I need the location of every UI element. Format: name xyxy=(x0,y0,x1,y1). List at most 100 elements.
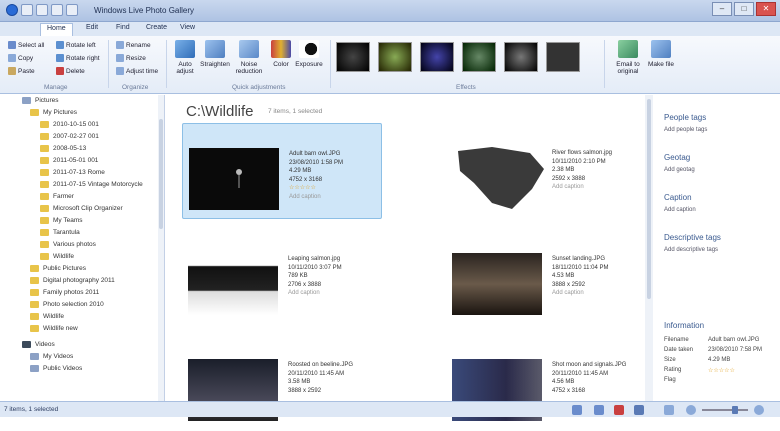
folder-path: C:\Wildlife xyxy=(186,103,254,120)
add-caption-link[interactable]: Add caption xyxy=(552,289,609,298)
nav-folder[interactable]: Digital photography 2011 xyxy=(30,277,115,284)
make-file-button[interactable]: Make file xyxy=(646,40,676,68)
caption-heading: Caption xyxy=(664,193,692,202)
undo-icon[interactable] xyxy=(36,4,48,16)
add-caption-link[interactable]: Add caption xyxy=(664,207,696,213)
photo-tile[interactable]: River flows salmon.jpg 10/11/2010 2:10 P… xyxy=(446,123,646,219)
delete-icon xyxy=(56,67,64,75)
close-button[interactable]: ✕ xyxy=(756,2,776,16)
folder-icon xyxy=(30,353,39,360)
nav-public-pictures[interactable]: Public Pictures xyxy=(30,265,86,272)
nav-folder[interactable]: Photo selection 2010 xyxy=(30,301,104,308)
minimize-button[interactable]: – xyxy=(712,2,732,16)
photo-thumbnail[interactable] xyxy=(452,143,548,213)
rotate-left-icon[interactable] xyxy=(572,405,582,415)
add-caption-link[interactable]: Add caption xyxy=(552,183,612,192)
zoom-out-icon[interactable] xyxy=(686,405,696,415)
effect-thumbnail-4[interactable] xyxy=(462,42,496,72)
nav-folder[interactable]: My Teams xyxy=(40,217,83,224)
tab-edit[interactable]: Edit xyxy=(86,24,98,31)
folder-icon xyxy=(40,133,49,140)
photo-tile[interactable]: Sunset landing.JPG 18/11/2010 11:04 PM 4… xyxy=(446,229,646,325)
photo-browser: C:\Wildlife 7 items, 1 selected Adult ba… xyxy=(166,95,646,421)
nav-folder[interactable]: Wildlife xyxy=(40,253,74,260)
details-view-icon[interactable] xyxy=(634,405,644,415)
adjust-time-button[interactable]: Adjust time xyxy=(116,67,158,75)
rotate-right-button[interactable]: Rotate right xyxy=(56,54,100,62)
auto-adjust-button[interactable]: Auto adjust xyxy=(170,40,200,75)
folder-icon[interactable] xyxy=(66,4,78,16)
delete-icon[interactable] xyxy=(614,405,624,415)
zoom-slider-handle[interactable] xyxy=(732,406,738,414)
select-all-button[interactable]: Select all xyxy=(8,41,44,49)
info-row-flag[interactable]: Flag xyxy=(664,377,776,383)
straighten-button[interactable]: Straighten xyxy=(200,40,230,68)
zoom-in-icon[interactable] xyxy=(754,405,764,415)
copy-button[interactable]: Copy xyxy=(8,54,33,62)
nav-folder[interactable]: Public Videos xyxy=(30,365,82,372)
resize-icon xyxy=(116,54,124,62)
effect-thumbnail-1[interactable] xyxy=(336,42,370,72)
photo-tile[interactable]: Adult barn owl.JPG 23/08/2010 1:58 PM 4.… xyxy=(182,123,382,219)
tab-create[interactable]: Create xyxy=(146,24,167,31)
resize-button[interactable]: Resize xyxy=(116,54,146,62)
nav-folder[interactable]: My Videos xyxy=(30,353,73,360)
nav-folder[interactable]: Tarantula xyxy=(40,229,80,236)
add-caption-link[interactable]: Add caption xyxy=(288,289,342,298)
add-caption-link[interactable]: Add caption xyxy=(289,193,343,202)
nav-my-pictures[interactable]: My Pictures xyxy=(30,109,77,116)
nav-folder[interactable]: Wildlife xyxy=(30,313,64,320)
nav-folder[interactable]: 2011-07-15 Vintage Motorcycle xyxy=(40,181,143,188)
tab-view[interactable]: View xyxy=(180,24,195,31)
color-button[interactable]: Color xyxy=(266,40,296,68)
effect-thumbnail-5[interactable] xyxy=(504,42,538,72)
nav-folder[interactable]: 2008-05-13 xyxy=(40,145,86,152)
photo-name: River flows salmon.jpg xyxy=(552,150,613,156)
add-people-tags-link[interactable]: Add people tags xyxy=(664,127,707,133)
email-button[interactable]: Email to original xyxy=(608,40,648,75)
folder-icon xyxy=(40,181,49,188)
photo-tile[interactable]: Leaping salmon.jpg 10/11/2010 3:07 PM 78… xyxy=(182,229,382,325)
effect-thumbnail-6[interactable] xyxy=(546,42,580,72)
effect-thumbnail-3[interactable] xyxy=(420,42,454,72)
maximize-button[interactable]: □ xyxy=(734,2,754,16)
tab-home[interactable]: Home xyxy=(40,23,73,36)
nav-folder[interactable]: Various photos xyxy=(40,241,96,248)
folder-icon xyxy=(30,301,39,308)
main-scrollbar[interactable] xyxy=(645,95,653,401)
rotate-left-button[interactable]: Rotate left xyxy=(56,41,96,49)
photo-thumbnail[interactable] xyxy=(189,148,279,210)
nav-folder[interactable]: 2011-07-13 Rome xyxy=(40,169,105,176)
add-descriptive-tags-link[interactable]: Add descriptive tags xyxy=(664,247,718,253)
photo-thumbnail[interactable] xyxy=(188,253,278,315)
info-pane: People tags Add people tags Geotag Add g… xyxy=(654,95,780,401)
noise-reduction-button[interactable]: Noise reduction xyxy=(234,40,264,75)
nav-videos[interactable]: Videos xyxy=(22,341,55,348)
nav-folder[interactable]: 2010-10-15 001 xyxy=(40,121,99,128)
rating-stars[interactable]: ☆☆☆☆☆ xyxy=(289,184,343,193)
nav-folder[interactable]: 2011-05-01 001 xyxy=(40,157,98,164)
nav-folder[interactable]: Family photos 2011 xyxy=(30,289,99,296)
nav-pictures[interactable]: Pictures xyxy=(22,97,58,104)
exposure-button[interactable]: Exposure xyxy=(294,40,324,68)
nav-scrollbar[interactable] xyxy=(158,95,164,401)
photo-thumbnail[interactable] xyxy=(452,253,542,315)
nav-folder[interactable]: Microsoft Clip Organizer xyxy=(40,205,123,212)
zoom-slider[interactable] xyxy=(702,406,748,414)
thumbnail-view-icon[interactable] xyxy=(664,405,674,415)
nav-folder[interactable]: Wildlife new xyxy=(30,325,78,332)
group-label-quick: Quick adjustments xyxy=(232,84,286,91)
rename-button[interactable]: Rename xyxy=(116,41,151,49)
add-geotag-link[interactable]: Add geotag xyxy=(664,167,695,173)
save-icon[interactable] xyxy=(21,4,33,16)
info-row-rating[interactable]: Rating ☆☆☆☆☆ xyxy=(664,367,776,374)
delete-button[interactable]: Delete xyxy=(56,67,85,75)
app-menu-icon[interactable] xyxy=(6,4,18,16)
paste-button[interactable]: Paste xyxy=(8,67,35,75)
nav-folder[interactable]: Farmer xyxy=(40,193,74,200)
rotate-right-icon[interactable] xyxy=(594,405,604,415)
redo-icon[interactable] xyxy=(51,4,63,16)
tab-find[interactable]: Find xyxy=(116,24,130,31)
effect-thumbnail-2[interactable] xyxy=(378,42,412,72)
nav-folder[interactable]: 2007-02-27 001 xyxy=(40,133,99,140)
